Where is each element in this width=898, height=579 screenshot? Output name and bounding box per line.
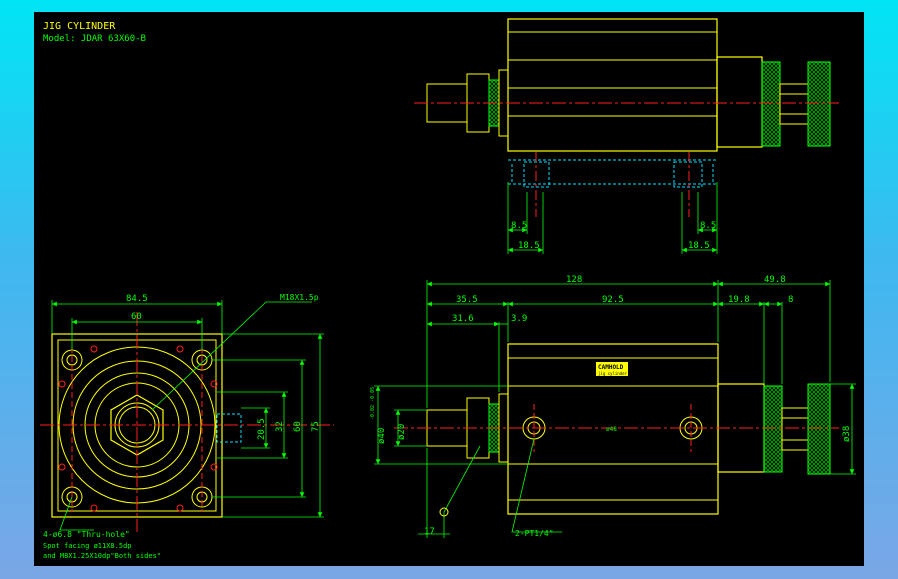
side-logo-sub: jig cylinder — [598, 371, 627, 376]
side-dim-knob-thin: 8 — [788, 295, 793, 305]
side-dim-bore: ø40 — [377, 428, 387, 444]
side-dim-nut: 3.9 — [511, 314, 527, 324]
side-dim-knob-dia: ø38 — [842, 426, 852, 442]
side-logo-text: CAMHOLD — [598, 364, 624, 371]
top-view-body — [507, 18, 718, 152]
top-dim-right-large: 18.5 — [688, 241, 710, 251]
side-dim-body: 92.5 — [602, 295, 624, 305]
front-hole-note-1: 4-ø6.8 "Thru-hole" — [43, 530, 130, 539]
front-thread-label: M18X1.5p — [280, 293, 319, 302]
cad-drawing: JIG CYLINDER Model: JDAR 63X60-B 8.5 8.5… — [40, 18, 856, 560]
side-dim-bore-tol: -0.02 -0.05 — [370, 387, 376, 420]
front-view — [40, 300, 334, 532]
side-dim-rod-dia: ø20 — [397, 424, 407, 440]
front-dim-port: 20.5 — [257, 418, 267, 440]
side-dim-bottom: 17 — [424, 527, 435, 537]
front-hole-note-2: Spot facing ø11X8.5dp — [43, 542, 132, 550]
front-dim-height-mid: 60 — [293, 421, 303, 432]
side-view — [374, 280, 856, 538]
side-port-label: 2-PT1/4" — [515, 529, 554, 538]
side-dim-rod-inner: 31.6 — [452, 314, 474, 324]
drawing-title: JIG CYLINDER — [43, 21, 116, 32]
front-hole-note-3: and M8X1.25X10dp"Both sides" — [43, 552, 161, 560]
side-dim-rod-length: 35.5 — [456, 295, 478, 305]
side-dim-extension: 49.8 — [764, 275, 786, 285]
top-view-knob — [761, 61, 781, 147]
drawing-sheet: JIG CYLINDER Model: JDAR 63X60-B 8.5 8.5… — [34, 12, 864, 566]
top-dim-right-small: 8.5 — [700, 221, 716, 231]
front-dim-height-inner: 32 — [275, 421, 285, 432]
top-dim-left-small: 8.5 — [511, 221, 527, 231]
front-dim-width-inner: 60 — [131, 312, 142, 322]
side-body-mark: ø48 — [606, 426, 617, 433]
front-dim-width-outer: 84.5 — [126, 294, 148, 304]
top-view — [414, 18, 839, 254]
front-dim-height-outer: 75 — [311, 421, 321, 432]
side-dim-knob: 19.8 — [728, 295, 750, 305]
side-view-knob — [763, 385, 783, 473]
top-dim-left-large: 18.5 — [518, 241, 540, 251]
side-dim-total: 128 — [566, 275, 582, 285]
drawing-model: Model: JDAR 63X60-B — [43, 34, 146, 44]
